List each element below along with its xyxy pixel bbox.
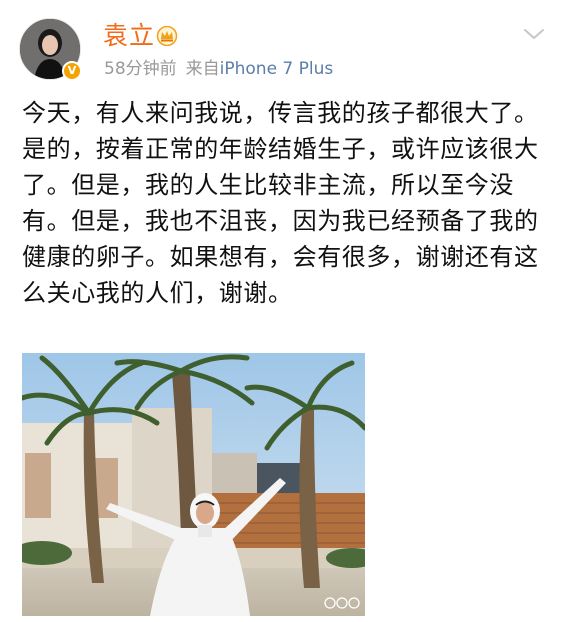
author-name[interactable]: 袁立 [103,21,155,51]
source-label: 来自 [185,59,220,79]
source-device-link[interactable]: iPhone 7 Plus [220,59,334,79]
weibo-post: V 袁立 58分钟前 来自iPhone 7 Plus 今天，有人来问我说，传言我的… [0,0,563,622]
verified-badge: V [62,61,82,81]
post-meta: 58分钟前 来自iPhone 7 Plus [104,58,333,80]
chevron-down-icon[interactable] [523,27,545,41]
crown-icon[interactable] [156,26,178,46]
post-time: 58分钟前 [104,59,177,79]
post-text: 今天，有人来问我说，传言我的孩子都很大了。是的，按着正常的年龄结婚生子，或许应该… [22,99,539,307]
post-image-picture [22,353,365,616]
avatar-container[interactable]: V [19,18,82,81]
post-image[interactable] [22,353,365,616]
verified-badge-label: V [67,64,77,77]
